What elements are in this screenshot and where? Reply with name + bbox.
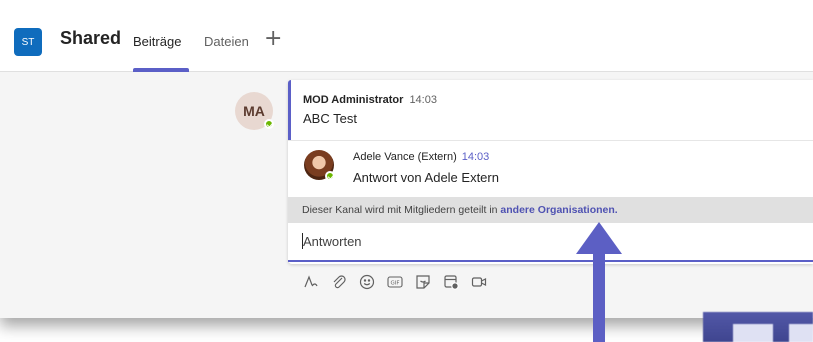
logo-shape — [733, 324, 773, 342]
post-header: MOD Administrator 14:03 — [303, 94, 437, 106]
banner-message: Dieser Kanal wird mit Mitgliedern geteil… — [302, 204, 501, 216]
reply-time: 14:03 — [461, 151, 490, 163]
active-tab-indicator — [133, 68, 189, 72]
presence-available-icon — [264, 119, 274, 129]
team-avatar[interactable]: ST — [14, 28, 42, 56]
post-author[interactable]: MOD Administrator — [303, 94, 403, 106]
add-tab-icon[interactable]: + — [264, 26, 282, 51]
tab-beitraege[interactable]: Beiträge — [133, 34, 181, 49]
post-time: 14:03 — [409, 94, 437, 106]
reply-divider — [288, 140, 813, 141]
reply-author[interactable]: Adele Vance (Extern) — [353, 151, 457, 163]
post-body: ABC Test — [303, 111, 357, 126]
avatar-initials: MA — [243, 103, 265, 119]
teams-logo-fragment — [703, 312, 813, 342]
format-icon[interactable] — [302, 273, 320, 291]
channel-name: Shared — [60, 28, 122, 48]
sticker-icon[interactable] — [414, 273, 432, 291]
attach-icon[interactable] — [330, 273, 348, 291]
reply-body: Antwort von Adele Extern — [353, 170, 499, 185]
compose-toolbar: GIF — [302, 273, 488, 293]
gif-icon[interactable]: GIF — [386, 273, 404, 291]
channel-header: ST Shared Beiträge Dateien + — [0, 0, 813, 72]
video-icon[interactable] — [470, 273, 488, 291]
annotation-arrow-head — [576, 222, 622, 254]
svg-text:GIF: GIF — [390, 281, 399, 287]
shared-channel-banner-text: Dieser Kanal wird mit Mitgliedern geteil… — [302, 204, 618, 216]
reply-input-focus-underline — [288, 260, 813, 262]
annotation-arrow-shaft — [593, 252, 605, 342]
reply-input[interactable] — [288, 223, 813, 261]
thread-accent-bar — [288, 80, 291, 140]
reply-header: Adele Vance (Extern) 14:03 — [353, 151, 489, 163]
tab-dateien[interactable]: Dateien — [204, 34, 249, 49]
other-organizations-link[interactable]: andere Organisationen. — [500, 204, 617, 216]
schedule-meeting-icon[interactable] — [442, 273, 460, 291]
logo-shape — [789, 324, 813, 342]
emoji-icon[interactable] — [358, 273, 376, 291]
reply-input-value[interactable]: Antworten — [303, 234, 362, 249]
reply-presence-available-icon — [325, 171, 335, 181]
